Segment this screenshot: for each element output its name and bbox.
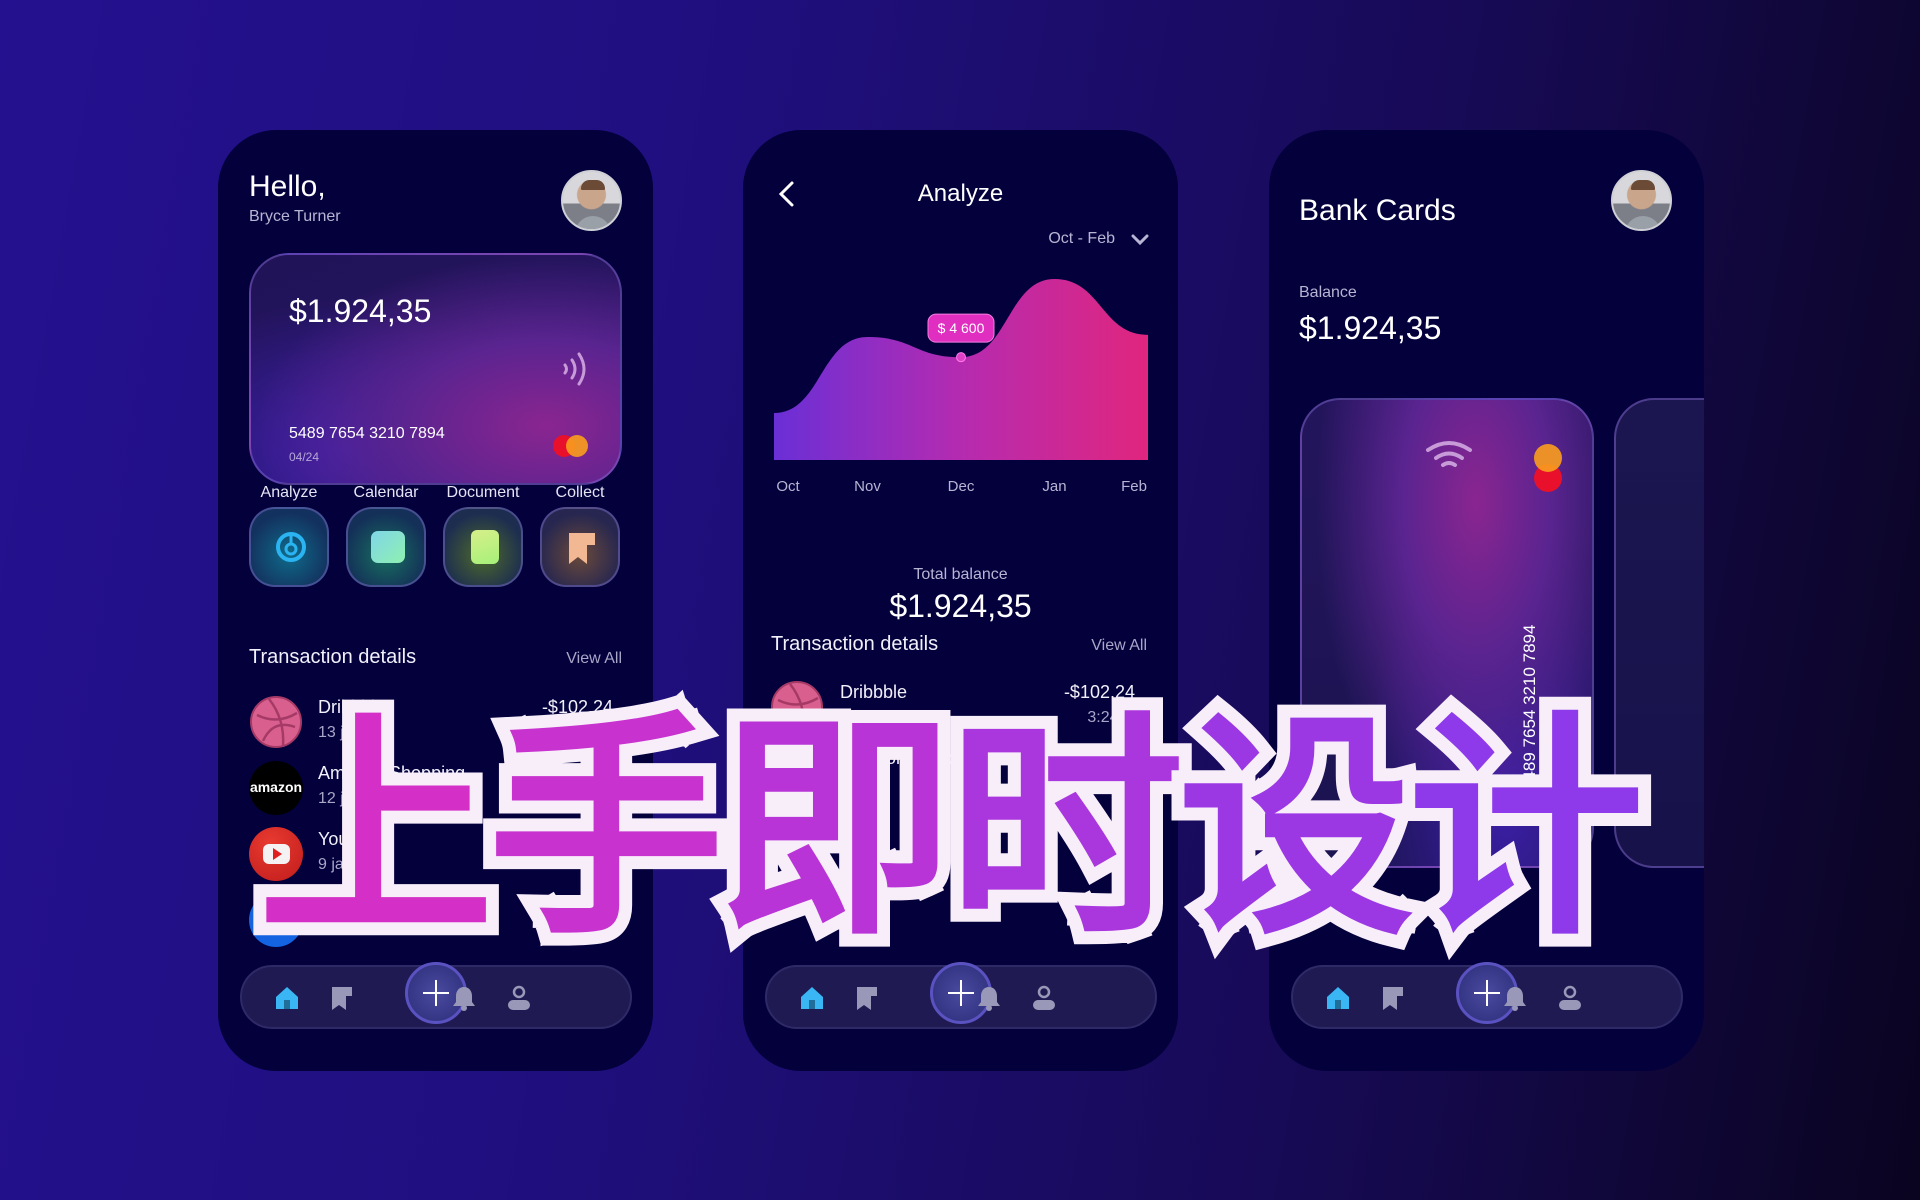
view-all-link[interactable]: View All [1091, 637, 1147, 655]
balance-amount: $1.924,35 [1299, 310, 1442, 346]
chart-area [774, 278, 1148, 460]
overlay-char: 手 [475, 692, 737, 967]
overlay-char: 时 [935, 692, 1197, 967]
bookmark-icon[interactable] [1381, 985, 1405, 1011]
tooltip-label: $ 4 600 [938, 320, 985, 336]
user-icon[interactable] [1557, 985, 1583, 1011]
view-all-link[interactable]: View All [566, 650, 622, 668]
user-icon[interactable] [506, 985, 532, 1011]
balance-label: Balance [1299, 284, 1357, 301]
home-icon[interactable] [799, 985, 825, 1011]
home-icon[interactable] [1325, 985, 1351, 1011]
analyze-label: Analyze [260, 484, 318, 501]
transactions-title: Transaction details [771, 633, 939, 655]
bell-icon[interactable] [977, 985, 1001, 1011]
calendar-button[interactable] [346, 507, 426, 587]
x-tick-label: Jan [1042, 478, 1066, 495]
collect-icon [569, 533, 595, 564]
page-title: Bank Cards [1299, 194, 1456, 227]
date-range-select[interactable]: Oct - Feb [1048, 230, 1115, 248]
total-balance-label: Total balance [913, 566, 1008, 583]
bottom-nav [240, 962, 632, 1029]
chart-tooltip: $ 4 600 [927, 313, 995, 343]
analyze-icon [276, 532, 306, 562]
collect-button[interactable] [540, 507, 620, 587]
bank-card[interactable]: $1.924,35 5489 7654 3210 7894 04/24 [249, 253, 622, 485]
bookmark-icon[interactable] [330, 985, 354, 1011]
calendar-icon [371, 531, 405, 563]
document-button[interactable] [443, 507, 523, 587]
x-tick-label: Dec [948, 478, 975, 495]
bottom-nav [765, 962, 1157, 1029]
overlay-char: 计 [1395, 692, 1657, 967]
greeting: Hello, [249, 170, 326, 203]
card-expiry: 04/24 [289, 450, 320, 464]
bookmark-icon[interactable] [855, 985, 879, 1011]
avatar[interactable] [1611, 170, 1672, 231]
user-icon[interactable] [1031, 985, 1057, 1011]
bell-icon[interactable] [452, 985, 476, 1011]
user-name: Bryce Turner [249, 208, 341, 225]
document-label: Document [446, 484, 520, 501]
x-tick-label: Oct [776, 478, 800, 495]
x-tick-label: Nov [854, 478, 881, 495]
mastercard-logo [553, 435, 593, 459]
transactions-title: Transaction details [249, 646, 417, 668]
contactless-icon [563, 352, 586, 386]
home-icon[interactable] [274, 985, 300, 1011]
document-icon [471, 530, 499, 564]
contactless-icon [1426, 441, 1472, 467]
overlay-char: 即 [705, 692, 967, 967]
overlay-char: 上 [245, 692, 507, 967]
analyze-button[interactable] [249, 507, 329, 587]
total-balance: $1.924,35 [889, 588, 1032, 624]
card-number: 5489 7654 3210 7894 [289, 425, 445, 442]
calendar-label: Calendar [353, 484, 419, 501]
collect-label: Collect [555, 484, 605, 501]
card-balance: $1.924,35 [289, 293, 432, 329]
data-point[interactable] [956, 352, 966, 363]
overlay-char: 设 [1165, 692, 1427, 967]
chevron-down-icon[interactable] [1130, 233, 1150, 247]
page-title: Analyze [917, 180, 1004, 207]
bottom-nav [1291, 962, 1683, 1029]
avatar[interactable] [561, 170, 622, 231]
mastercard-logo [1530, 444, 1562, 494]
bell-icon[interactable] [1503, 985, 1527, 1011]
overlay-title: 上手即时设计 [245, 699, 1657, 961]
x-tick-label: Feb [1121, 478, 1147, 495]
